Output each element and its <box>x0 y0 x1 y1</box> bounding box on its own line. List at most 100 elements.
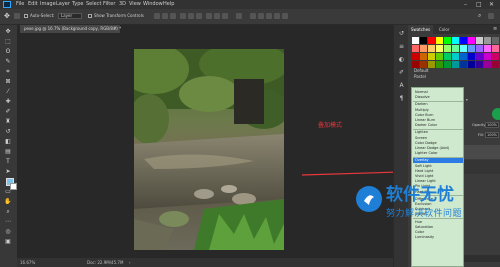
auto-select-checkbox[interactable] <box>24 14 28 18</box>
swatch[interactable] <box>484 45 491 52</box>
swatch[interactable] <box>484 53 491 60</box>
hand-tool-icon[interactable]: ✋ <box>3 198 13 206</box>
swatch[interactable] <box>468 53 475 60</box>
menu-view[interactable]: View <box>129 1 141 8</box>
menu-image[interactable]: Image <box>40 1 56 8</box>
tab-color[interactable]: Color <box>436 25 452 34</box>
quick-select-tool-icon[interactable]: ✎ <box>3 58 13 66</box>
assistant-button[interactable] <box>492 108 500 120</box>
swatch[interactable] <box>444 37 451 44</box>
menu-filter[interactable]: Filter <box>103 1 115 8</box>
3d-drag-icon[interactable] <box>274 13 280 19</box>
adjustments-panel-icon[interactable]: ◐ <box>397 56 406 64</box>
lasso-tool-icon[interactable]: ʘ <box>3 48 13 56</box>
transform-controls-checkbox[interactable] <box>88 14 92 18</box>
swatch[interactable] <box>428 61 435 68</box>
move-tool-icon[interactable]: ✥ <box>3 28 13 36</box>
swatch[interactable] <box>468 45 475 52</box>
layer-row[interactable] <box>464 160 500 174</box>
menu-edit[interactable]: Edit <box>28 1 38 8</box>
align-bottom-icon[interactable] <box>196 13 202 19</box>
swatch[interactable] <box>460 45 467 52</box>
3d-mode-icon[interactable] <box>250 13 256 19</box>
3d-slide-icon[interactable] <box>282 13 288 19</box>
blend-mode-option[interactable]: Lighter Color <box>415 151 438 156</box>
workspace-icon[interactable] <box>488 13 494 19</box>
menu-window[interactable]: Window <box>143 1 163 8</box>
align-center-icon[interactable] <box>162 13 168 19</box>
swatch[interactable] <box>452 37 459 44</box>
swatch[interactable] <box>436 61 443 68</box>
menu-file[interactable]: File <box>16 1 24 8</box>
panel-menu-icon[interactable]: ≡ <box>490 25 500 34</box>
align-left-icon[interactable] <box>154 13 160 19</box>
auto-select-target-select[interactable]: Layer <box>58 13 82 19</box>
swatch[interactable] <box>468 37 475 44</box>
swatch[interactable] <box>420 53 427 60</box>
close-button[interactable]: ✕ <box>489 0 494 9</box>
swatch[interactable] <box>460 53 467 60</box>
swatch[interactable] <box>476 53 483 60</box>
distribute-horizontal-icon[interactable] <box>214 13 220 19</box>
path-select-tool-icon[interactable]: ➤ <box>3 168 13 176</box>
crop-tool-icon[interactable]: ⌗ <box>3 68 13 76</box>
blend-mode-option[interactable]: Darker Color <box>415 123 437 128</box>
swatch[interactable] <box>420 45 427 52</box>
swatch[interactable] <box>476 37 483 44</box>
swatch[interactable] <box>452 61 459 68</box>
swatch[interactable] <box>412 53 419 60</box>
swatch[interactable] <box>492 53 499 60</box>
status-menu-arrow-icon[interactable]: › <box>129 258 131 267</box>
swatch[interactable] <box>412 37 419 44</box>
quick-mask-icon[interactable]: ◎ <box>3 228 13 236</box>
tool-preset-button[interactable] <box>14 13 20 19</box>
swatch[interactable] <box>460 61 467 68</box>
document-tab[interactable]: pexe.jpg @ 16.7% (Background copy, RGB/8… <box>20 25 121 33</box>
properties-panel-icon[interactable]: ≡ <box>397 43 406 51</box>
eyedropper-tool-icon[interactable]: ⁄ <box>3 88 13 96</box>
history-panel-icon[interactable]: ↺ <box>397 30 406 38</box>
swatch[interactable] <box>428 53 435 60</box>
align-right-icon[interactable] <box>170 13 176 19</box>
swatch[interactable] <box>476 61 483 68</box>
swatch[interactable] <box>444 53 451 60</box>
tab-swatches[interactable]: Swatches <box>408 25 434 34</box>
swatch[interactable] <box>436 37 443 44</box>
brush-panel-icon[interactable]: ✐ <box>397 69 406 77</box>
swatch[interactable] <box>412 61 419 68</box>
menu-help[interactable]: Help <box>163 1 174 8</box>
history-brush-tool-icon[interactable]: ↺ <box>3 128 13 136</box>
distribute-icon[interactable] <box>206 13 212 19</box>
menu-layer[interactable]: Layer <box>56 1 70 8</box>
background-color-swatch[interactable] <box>10 183 17 190</box>
swatch[interactable] <box>492 45 499 52</box>
swatch[interactable] <box>452 53 459 60</box>
move-tool-icon[interactable]: ✥ <box>4 13 10 20</box>
3d-rotate-icon[interactable] <box>258 13 264 19</box>
character-panel-icon[interactable]: A <box>397 82 406 90</box>
opacity-field[interactable]: 100% <box>485 122 499 128</box>
swatch[interactable] <box>452 45 459 52</box>
search-icon[interactable]: ⌕ <box>478 12 481 20</box>
3d-roll-icon[interactable] <box>266 13 272 19</box>
zoom-tool-icon[interactable]: ⌕ <box>3 208 13 216</box>
minimize-button[interactable]: – <box>464 0 467 9</box>
blend-mode-option[interactable]: Dissolve <box>415 95 430 100</box>
close-tab-icon[interactable]: × <box>113 25 117 33</box>
brush-tool-icon[interactable]: ✐ <box>3 108 13 116</box>
swatch[interactable] <box>460 37 467 44</box>
fill-field[interactable]: 100% <box>485 132 499 138</box>
eraser-tool-icon[interactable]: ◧ <box>3 138 13 146</box>
align-middle-icon[interactable] <box>188 13 194 19</box>
distribute-vertical-icon[interactable] <box>222 13 228 19</box>
more-options-icon[interactable] <box>236 13 242 19</box>
swatch-folder-pastel[interactable]: Pastel <box>414 74 426 80</box>
frame-tool-icon[interactable]: ⊠ <box>3 78 13 86</box>
swatch[interactable] <box>476 45 483 52</box>
menu-select[interactable]: Select <box>86 1 101 8</box>
healing-brush-tool-icon[interactable]: ✚ <box>3 98 13 106</box>
menu-3d[interactable]: 3D <box>119 1 126 8</box>
swatch[interactable] <box>444 45 451 52</box>
swatch[interactable] <box>420 37 427 44</box>
swatch[interactable] <box>428 37 435 44</box>
